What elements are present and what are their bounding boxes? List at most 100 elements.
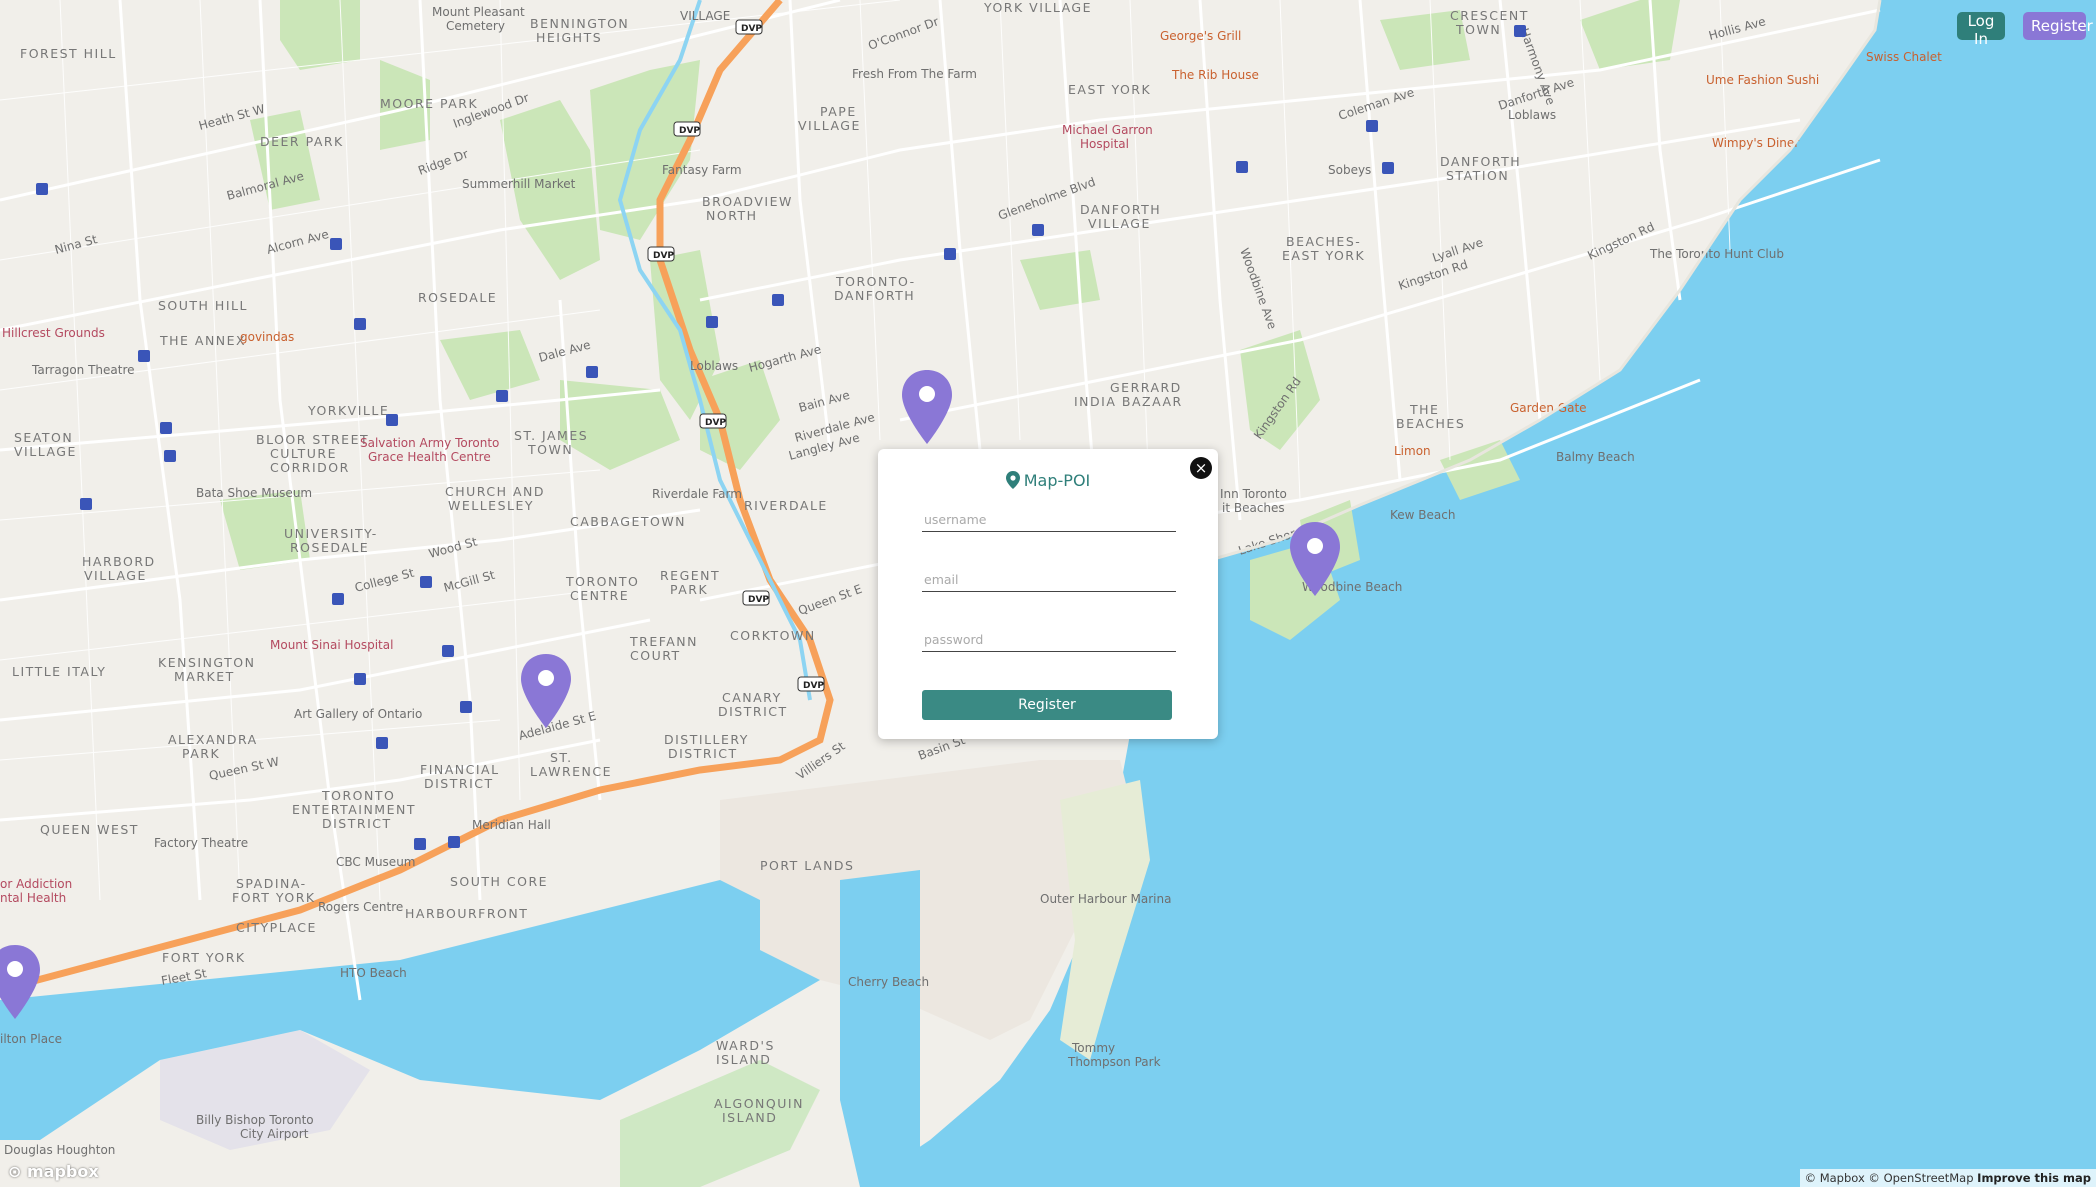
svg-text:ROSEDALE: ROSEDALE (290, 540, 369, 555)
svg-text:BEACHES: BEACHES (1396, 416, 1465, 431)
svg-text:DISTRICT: DISTRICT (718, 704, 788, 719)
svg-text:NORTH: NORTH (706, 208, 758, 223)
svg-text:WARD'S: WARD'S (716, 1038, 775, 1053)
map-pin-marker[interactable] (900, 368, 954, 448)
svg-text:Cherry Beach: Cherry Beach (848, 975, 929, 989)
svg-text:GERRARD: GERRARD (1110, 380, 1182, 395)
svg-text:THE ANNEX: THE ANNEX (159, 333, 246, 348)
svg-text:DVP: DVP (705, 418, 726, 428)
svg-text:DVP: DVP (748, 595, 769, 605)
login-button[interactable]: Log In (1957, 12, 2005, 48)
svg-text:TREFANN: TREFANN (629, 634, 698, 649)
modal-title: Map-POI (878, 471, 1218, 490)
svg-text:ntal Health: ntal Health (0, 891, 66, 905)
attribution-text[interactable]: © Mapbox © OpenStreetMap (1805, 1171, 1974, 1185)
svg-text:ilton Place: ilton Place (0, 1032, 62, 1046)
svg-text:Grace Health Centre: Grace Health Centre (368, 450, 491, 464)
map-pin-marker[interactable] (519, 652, 573, 732)
svg-text:COURT: COURT (630, 648, 681, 663)
svg-text:DISTRICT: DISTRICT (322, 816, 392, 831)
svg-text:VILLAGE: VILLAGE (84, 568, 147, 583)
svg-text:FORT YORK: FORT YORK (162, 950, 246, 965)
svg-text:Balmy Beach: Balmy Beach (1556, 450, 1635, 464)
svg-text:Fantasy Farm: Fantasy Farm (662, 163, 742, 177)
svg-text:DVP: DVP (803, 681, 824, 691)
password-field[interactable] (922, 627, 1176, 652)
svg-text:UNIVERSITY-: UNIVERSITY- (284, 526, 378, 541)
svg-text:govindas: govindas (240, 330, 294, 344)
svg-text:PARK: PARK (670, 582, 708, 597)
svg-text:Garden Gate: Garden Gate (1510, 401, 1587, 415)
svg-text:The Rib House: The Rib House (1171, 68, 1259, 82)
svg-text:Tarragon Theatre: Tarragon Theatre (31, 363, 135, 377)
register-submit-button[interactable]: Register (922, 690, 1172, 720)
svg-text:it Beaches: it Beaches (1222, 501, 1285, 515)
svg-text:ST. JAMES: ST. JAMES (514, 428, 588, 443)
svg-text:Salvation Army Toronto: Salvation Army Toronto (360, 436, 499, 450)
svg-text:SPADINA-: SPADINA- (236, 876, 307, 891)
svg-text:Billy Bishop Toronto: Billy Bishop Toronto (196, 1113, 314, 1127)
svg-text:Art Gallery of Ontario: Art Gallery of Ontario (294, 707, 422, 721)
svg-text:Loblaws: Loblaws (1508, 108, 1556, 122)
svg-text:FINANCIAL: FINANCIAL (420, 762, 500, 777)
svg-text:Michael Garron: Michael Garron (1062, 123, 1153, 137)
svg-text:QUEEN WEST: QUEEN WEST (40, 822, 139, 837)
svg-text:Summerhill Market: Summerhill Market (462, 177, 576, 191)
mapbox-logo[interactable]: ⊙ mapbox (8, 1162, 99, 1181)
svg-text:CITYPLACE: CITYPLACE (236, 920, 317, 935)
map-marker-icon (1005, 471, 1020, 489)
svg-text:Hillcrest Grounds: Hillcrest Grounds (2, 326, 105, 340)
svg-text:CHURCH AND: CHURCH AND (445, 484, 545, 499)
svg-text:MOORE PARK: MOORE PARK (380, 96, 478, 111)
map-pin-marker[interactable] (1288, 520, 1342, 600)
svg-text:DANFORTH: DANFORTH (1080, 202, 1161, 217)
svg-text:CBC Museum: CBC Museum (336, 855, 415, 869)
svg-text:Swiss Chalet: Swiss Chalet (1866, 50, 1942, 64)
improve-map-link[interactable]: Improve this map (1977, 1171, 2091, 1185)
svg-text:RIVERDALE: RIVERDALE (744, 498, 828, 513)
map-pin-marker[interactable] (0, 943, 42, 1023)
svg-text:ISLAND: ISLAND (716, 1052, 771, 1067)
svg-text:Limon: Limon (1394, 444, 1431, 458)
mapbox-logo-text: mapbox (26, 1162, 99, 1181)
svg-text:CABBAGETOWN: CABBAGETOWN (570, 514, 686, 529)
svg-text:DISTRICT: DISTRICT (668, 746, 738, 761)
svg-text:BLOOR STREET: BLOOR STREET (256, 432, 369, 447)
svg-text:DVP: DVP (741, 24, 762, 34)
svg-text:BROADVIEW: BROADVIEW (702, 194, 793, 209)
svg-text:TORONTO-: TORONTO- (835, 274, 916, 289)
svg-text:KENSINGTON: KENSINGTON (158, 655, 255, 670)
svg-text:VILLAGE: VILLAGE (14, 444, 77, 459)
svg-text:HTO Beach: HTO Beach (340, 966, 407, 980)
svg-text:DVP: DVP (653, 251, 674, 261)
mapbox-icon: ⊙ (8, 1162, 22, 1181)
svg-text:FOREST HILL: FOREST HILL (20, 46, 117, 61)
svg-text:STATION: STATION (1446, 168, 1509, 183)
username-field[interactable] (922, 507, 1176, 532)
svg-text:DEER PARK: DEER PARK (260, 134, 344, 149)
svg-text:TOWN: TOWN (527, 442, 573, 457)
svg-text:or Addiction: or Addiction (0, 877, 72, 891)
svg-text:Rogers Centre: Rogers Centre (318, 900, 403, 914)
svg-text:Wimpy's Diner: Wimpy's Diner (1712, 136, 1799, 150)
svg-text:MARKET: MARKET (174, 669, 235, 684)
email-field[interactable] (922, 567, 1176, 592)
svg-text:CULTURE: CULTURE (270, 446, 337, 461)
svg-text:Mount Sinai Hospital: Mount Sinai Hospital (270, 638, 393, 652)
svg-text:City Airport: City Airport (240, 1127, 309, 1141)
svg-text:TORONTO: TORONTO (565, 574, 639, 589)
register-modal: × Map-POI Register (878, 449, 1218, 739)
svg-text:Factory Theatre: Factory Theatre (154, 836, 248, 850)
svg-text:ENTERTAINMENT: ENTERTAINMENT (292, 802, 416, 817)
svg-text:EAST YORK: EAST YORK (1282, 248, 1365, 263)
modal-title-text: Map-POI (1023, 471, 1091, 490)
svg-text:VILLAGE: VILLAGE (1088, 216, 1151, 231)
svg-text:CANARY: CANARY (722, 690, 782, 705)
register-nav-button[interactable]: Register (2023, 12, 2093, 40)
svg-text:TOWN: TOWN (1455, 22, 1501, 37)
svg-text:Ume Fashion Sushi: Ume Fashion Sushi (1706, 73, 1819, 87)
svg-text:ROSEDALE: ROSEDALE (418, 290, 497, 305)
svg-text:BENNINGTON: BENNINGTON (530, 16, 629, 31)
svg-text:CORKTOWN: CORKTOWN (730, 628, 816, 643)
svg-text:CORRIDOR: CORRIDOR (270, 460, 350, 475)
